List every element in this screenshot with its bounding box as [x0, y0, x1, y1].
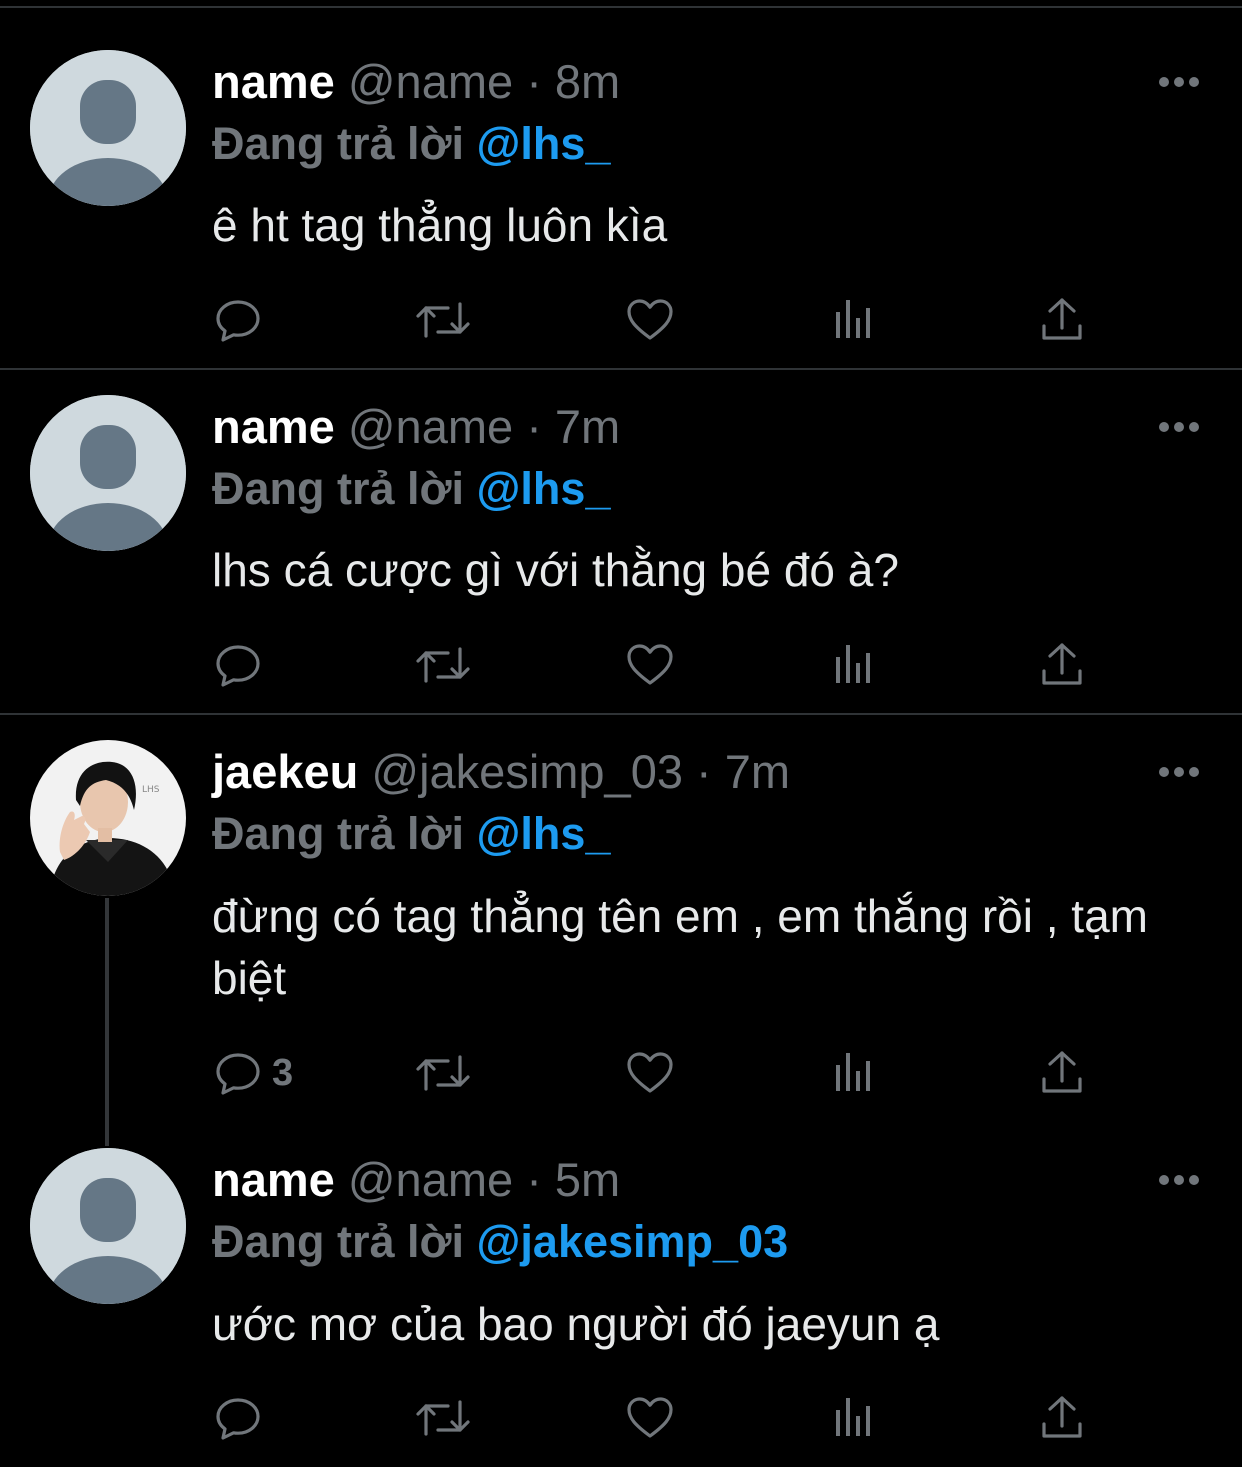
replying-to: Đang trả lời @jakesimp_03 [212, 1214, 788, 1270]
separator-dot: · [526, 1153, 542, 1206]
retweet-icon [416, 1400, 470, 1436]
timestamp[interactable]: 5m [555, 1153, 620, 1206]
tweet[interactable]: LHS jaekeu @jakesimp_03 · 7m Đang trả lờ… [0, 715, 1242, 1135]
action-bar [0, 640, 1242, 690]
share-icon [1042, 1396, 1082, 1438]
tweet[interactable]: name @name · 8m Đang trả lời @lhs_ ê ht … [0, 0, 1242, 370]
default-avatar-icon [30, 395, 186, 551]
views-icon [836, 1398, 870, 1436]
views-icon [836, 1053, 870, 1091]
like-button[interactable] [625, 1393, 675, 1443]
retweet-button[interactable] [414, 640, 472, 690]
retweet-icon [416, 647, 470, 683]
retweet-icon [416, 1055, 470, 1091]
display-name[interactable]: name [212, 1153, 335, 1206]
display-name[interactable]: jaekeu [212, 745, 358, 798]
views-icon [836, 300, 870, 338]
retweet-button[interactable] [414, 295, 472, 345]
retweet-button[interactable] [414, 1393, 472, 1443]
action-bar: 3 [0, 1048, 1242, 1098]
tweet-text: đừng có tag thẳng tên em , em thắng rồi … [212, 890, 1148, 1004]
mention-link[interactable]: @lhs_ [477, 118, 611, 169]
tweet-text: ê ht tag thẳng luôn kìa [212, 199, 668, 251]
avatar[interactable]: LHS [30, 740, 186, 896]
separator-dot: · [526, 55, 542, 108]
profile-photo: LHS [30, 740, 186, 896]
tweet[interactable]: name @name · 7m Đang trả lời @lhs_ lhs c… [0, 370, 1242, 715]
timestamp[interactable]: 7m [725, 745, 790, 798]
like-button[interactable] [625, 1048, 675, 1098]
views-icon [836, 645, 870, 683]
reply-icon [216, 645, 260, 687]
replying-to-label: Đang trả lời [212, 808, 465, 859]
heart-icon [627, 1397, 673, 1438]
replying-to-label: Đang trả lời [212, 1216, 465, 1267]
views-button[interactable] [836, 640, 876, 690]
mention-link[interactable]: @lhs_ [477, 463, 611, 514]
like-button[interactable] [625, 640, 675, 690]
reply-button[interactable] [214, 1393, 272, 1443]
views-button[interactable] [836, 1048, 876, 1098]
more-horizontal-icon[interactable] [1158, 76, 1200, 88]
share-icon [1042, 643, 1082, 685]
timestamp[interactable]: 8m [555, 55, 620, 108]
replying-to-label: Đang trả lời [212, 463, 465, 514]
share-button[interactable] [1040, 1393, 1084, 1443]
views-button[interactable] [836, 1393, 876, 1443]
avatar[interactable] [30, 1148, 186, 1304]
avatar[interactable] [30, 395, 186, 551]
separator-dot: · [526, 400, 542, 453]
mention-link[interactable]: @jakesimp_03 [477, 1216, 789, 1267]
default-avatar-icon [30, 1148, 186, 1304]
tweet-header: name @name · 8m [212, 54, 620, 110]
replying-to: Đang trả lời @lhs_ [212, 116, 610, 172]
action-bar [0, 295, 1242, 345]
replying-to: Đang trả lời @lhs_ [212, 806, 610, 862]
heart-icon [627, 644, 673, 685]
share-button[interactable] [1040, 640, 1084, 690]
share-button[interactable] [1040, 1048, 1084, 1098]
tweet-header: jaekeu @jakesimp_03 · 7m [212, 744, 790, 800]
retweet-icon [416, 302, 470, 338]
replying-to-label: Đang trả lời [212, 118, 465, 169]
timestamp[interactable]: 7m [555, 400, 620, 453]
user-handle[interactable]: @name [348, 55, 513, 108]
tweet-header: name @name · 7m [212, 399, 620, 455]
like-button[interactable] [625, 295, 675, 345]
display-name[interactable]: name [212, 55, 335, 108]
user-handle[interactable]: @name [348, 1153, 513, 1206]
reply-icon [216, 1053, 260, 1095]
avatar[interactable] [30, 50, 186, 206]
reply-button[interactable]: 3 [214, 1048, 293, 1098]
reply-icon [216, 300, 260, 342]
reply-button[interactable] [214, 295, 272, 345]
share-icon [1042, 298, 1082, 340]
more-horizontal-icon[interactable] [1158, 1174, 1200, 1186]
heart-icon [627, 1052, 673, 1093]
heart-icon [627, 299, 673, 340]
tweet[interactable]: name @name · 5m Đang trả lời @jakesimp_0… [0, 1123, 1242, 1467]
default-avatar-icon [30, 50, 186, 206]
more-horizontal-icon[interactable] [1158, 766, 1200, 778]
share-button[interactable] [1040, 295, 1084, 345]
tweet-text: ước mơ của bao người đó jaeyun ạ [212, 1298, 940, 1350]
reply-count: 3 [272, 1051, 294, 1094]
reply-button[interactable] [214, 640, 272, 690]
mention-link[interactable]: @lhs_ [477, 808, 611, 859]
action-bar [0, 1393, 1242, 1443]
display-name[interactable]: name [212, 400, 335, 453]
tweet-header: name @name · 5m [212, 1152, 620, 1208]
views-button[interactable] [836, 295, 876, 345]
tweet-text: lhs cá cược gì với thằng bé đó à? [212, 544, 899, 596]
separator-dot: · [696, 745, 712, 798]
reply-icon [216, 1398, 260, 1440]
svg-text:LHS: LHS [142, 785, 160, 795]
user-handle[interactable]: @jakesimp_03 [371, 745, 683, 798]
replying-to: Đang trả lời @lhs_ [212, 461, 610, 517]
share-icon [1042, 1051, 1082, 1093]
user-handle[interactable]: @name [348, 400, 513, 453]
retweet-button[interactable] [414, 1048, 472, 1098]
more-horizontal-icon[interactable] [1158, 421, 1200, 433]
